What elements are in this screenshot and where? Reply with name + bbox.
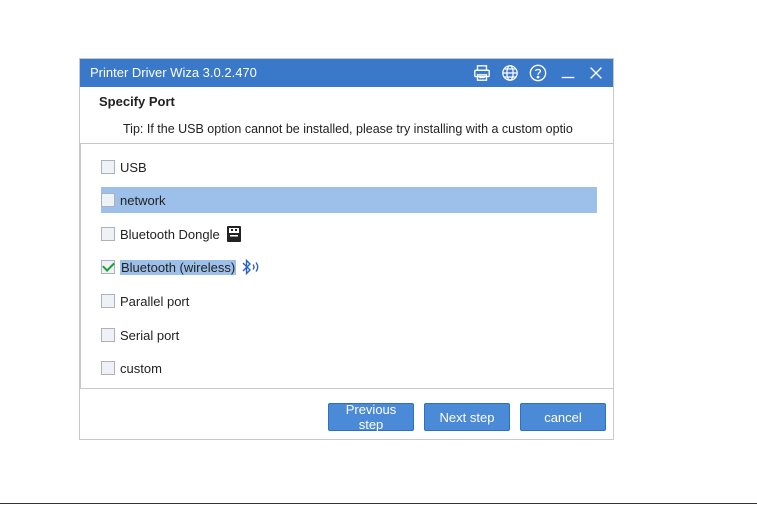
option-label: Parallel port [120, 293, 190, 309]
option-label: network [120, 192, 166, 208]
minimize-icon[interactable] [558, 63, 578, 83]
window-title: Printer Driver Wiza 3.0.2.470 [90, 65, 257, 80]
close-icon[interactable] [586, 63, 606, 83]
option-bluetooth-wireless[interactable]: Bluetooth (wireless) [101, 254, 262, 280]
bluetooth-icon [242, 258, 259, 276]
serial-port-checkbox[interactable] [101, 328, 115, 342]
option-custom[interactable]: custom [101, 355, 162, 381]
option-label: custom [120, 360, 162, 376]
help-icon[interactable] [528, 63, 548, 83]
option-network[interactable]: network [101, 187, 597, 213]
page-divider [0, 503, 757, 504]
globe-icon[interactable] [500, 63, 520, 83]
option-label: USB [120, 159, 147, 175]
option-bluetooth-dongle[interactable]: Bluetooth Dongle [101, 221, 242, 247]
parallel-port-checkbox[interactable] [101, 294, 115, 308]
option-serial-port[interactable]: Serial port [101, 322, 179, 348]
option-label: Bluetooth (wireless) [120, 259, 237, 275]
usb-dongle-icon [226, 226, 241, 242]
bluetooth-wireless-checkbox[interactable] [101, 260, 115, 274]
cancel-button[interactable]: cancel [520, 403, 606, 431]
port-options-list: USB network Bluetooth Dongle Bluetooth (… [80, 143, 613, 389]
option-label: Serial port [120, 327, 180, 343]
usb-tip: Tip: If the USB option cannot be install… [123, 122, 573, 136]
previous-step-button[interactable]: Previous step [328, 402, 414, 432]
option-parallel-port[interactable]: Parallel port [101, 288, 189, 314]
printer-icon[interactable] [472, 63, 492, 83]
bluetooth-dongle-checkbox[interactable] [101, 227, 115, 241]
section-title: Specify Port [99, 94, 175, 109]
usb-checkbox[interactable] [101, 160, 115, 174]
option-usb[interactable]: USB [101, 154, 147, 180]
network-checkbox[interactable] [101, 193, 115, 207]
custom-checkbox[interactable] [101, 361, 115, 375]
next-step-button[interactable]: Next step [424, 403, 510, 431]
option-label: Bluetooth Dongle [120, 226, 220, 242]
title-bar: Printer Driver Wiza 3.0.2.470 [80, 59, 613, 87]
installer-window: Printer Driver Wiza 3.0.2.470 Specify Po… [79, 58, 614, 440]
